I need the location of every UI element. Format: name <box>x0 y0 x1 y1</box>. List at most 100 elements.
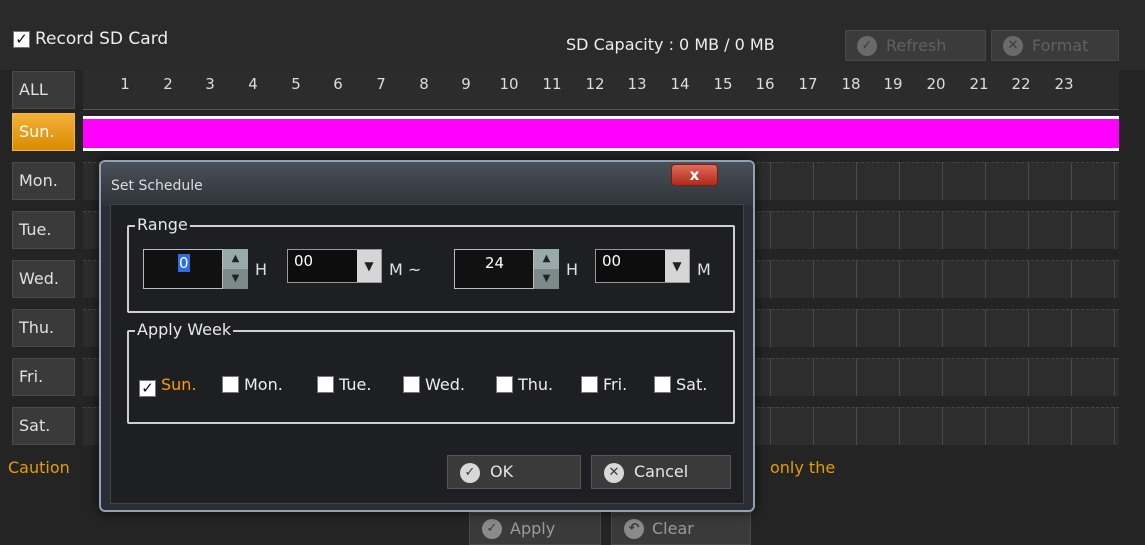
record-sd-checkbox[interactable]: ✓ <box>13 31 30 48</box>
refresh-button[interactable]: ✓ Refresh <box>845 30 986 61</box>
arrow-up-icon[interactable]: ▲ <box>534 249 559 269</box>
format-label: Format <box>1032 36 1089 55</box>
hour-label: 16 <box>755 75 775 93</box>
weekday-sun[interactable]: ✓ Sun. <box>139 375 197 397</box>
close-icon: ✕ <box>604 463 624 483</box>
refresh-label: Refresh <box>886 36 947 55</box>
weekday-fri[interactable]: Fri. <box>581 375 627 394</box>
caution-text: Caution <box>8 458 70 477</box>
wed-checkbox[interactable] <box>403 376 420 393</box>
arrow-down-icon[interactable]: ▼ <box>534 269 559 289</box>
weekday-label: Mon. <box>244 375 283 394</box>
arrow-up-icon[interactable]: ▲ <box>223 249 248 269</box>
hour-label: 4 <box>248 75 258 93</box>
end-minute-select[interactable]: 00 ▼ <box>595 249 690 283</box>
sun-schedule-row[interactable] <box>83 116 1119 151</box>
day-button-fri[interactable]: Fri. <box>12 358 75 396</box>
end-hour-value: 24 <box>485 254 505 272</box>
check-icon: ✓ <box>482 519 502 539</box>
hour-label: 1 <box>120 75 130 93</box>
ok-button[interactable]: ✓ OK <box>447 455 581 489</box>
fri-checkbox[interactable] <box>581 376 598 393</box>
day-button-sun[interactable]: Sun. <box>12 113 75 151</box>
weekday-thu[interactable]: Thu. <box>496 375 553 394</box>
weekday-label: Thu. <box>518 375 554 394</box>
day-button-wed[interactable]: Wed. <box>12 260 75 298</box>
end-minute-value: 00 <box>602 252 622 270</box>
end-hour-input[interactable]: 24 <box>454 249 534 289</box>
chevron-down-icon[interactable]: ▼ <box>665 250 689 282</box>
format-button[interactable]: ✕ Format <box>991 30 1119 61</box>
end-hour-unit: H <box>566 260 579 279</box>
hour-label: 18 <box>841 75 861 93</box>
dialog-title: Set Schedule <box>111 178 203 194</box>
hour-label: 10 <box>499 75 519 93</box>
thu-checkbox[interactable] <box>496 376 513 393</box>
toolbar: ✓ Record SD Card SD Capacity : 0 MB / 0 … <box>0 0 1145 70</box>
start-minute-unit: M ~ <box>389 260 422 279</box>
hour-header: 1 2 3 4 5 6 7 8 9 10 11 12 13 14 15 16 1… <box>83 70 1119 110</box>
day-button-tue[interactable]: Tue. <box>12 211 75 249</box>
range-legend: Range <box>135 215 190 234</box>
check-icon: ✓ <box>857 36 877 56</box>
day-button-sat[interactable]: Sat. <box>12 407 75 445</box>
weekday-tue[interactable]: Tue. <box>317 375 371 394</box>
close-icon: ✕ <box>1003 36 1023 56</box>
hour-label: 7 <box>376 75 386 93</box>
dialog-body: Range 0 ▲ ▼ H 00 ▼ M ~ 24 ▲ ▼ H 00 ▼ M A… <box>110 204 744 504</box>
weekday-mon[interactable]: Mon. <box>222 375 283 394</box>
sd-capacity-text: SD Capacity : 0 MB / 0 MB <box>566 35 775 54</box>
ok-label: OK <box>490 462 514 481</box>
arrow-down-icon[interactable]: ▼ <box>223 269 248 289</box>
record-sd-label: Record SD Card <box>35 29 169 49</box>
check-icon: ✓ <box>460 463 480 483</box>
dialog-title-bar[interactable]: Set Schedule x <box>101 162 753 206</box>
hour-label: 19 <box>883 75 903 93</box>
day-button-mon[interactable]: Mon. <box>12 162 75 200</box>
hour-label: 17 <box>798 75 818 93</box>
clear-label: Clear <box>652 519 694 538</box>
weekday-wed[interactable]: Wed. <box>403 375 465 394</box>
hour-label: 22 <box>1011 75 1031 93</box>
day-button-thu[interactable]: Thu. <box>12 309 75 347</box>
hour-label: 2 <box>163 75 173 93</box>
hour-label: 5 <box>291 75 301 93</box>
sun-checkbox[interactable]: ✓ <box>139 380 156 397</box>
schedule-fill <box>83 119 1119 148</box>
weekday-label: Fri. <box>603 375 628 394</box>
cancel-button[interactable]: ✕ Cancel <box>591 455 731 489</box>
start-hour-stepper[interactable]: ▲ ▼ <box>223 249 248 289</box>
hour-label: 20 <box>926 75 946 93</box>
hour-label: 21 <box>969 75 989 93</box>
all-button[interactable]: ALL <box>12 71 75 109</box>
start-hour-input[interactable]: 0 <box>143 249 223 289</box>
weekday-label: Tue. <box>339 375 372 394</box>
hour-label: 9 <box>461 75 471 93</box>
tue-checkbox[interactable] <box>317 376 334 393</box>
apply-button[interactable]: ✓ Apply <box>469 512 601 545</box>
start-hour-unit: H <box>255 260 268 279</box>
start-hour-value: 0 <box>178 254 190 272</box>
range-group: Range 0 ▲ ▼ H 00 ▼ M ~ 24 ▲ ▼ H 00 ▼ M <box>127 215 735 313</box>
weekday-label: Wed. <box>425 375 465 394</box>
caution-text-tail: only the <box>770 458 836 477</box>
hour-label: 23 <box>1054 75 1074 93</box>
weekday-sat[interactable]: Sat. <box>654 375 707 394</box>
start-minute-select[interactable]: 00 ▼ <box>287 249 382 283</box>
hour-label: 3 <box>205 75 215 93</box>
sat-checkbox[interactable] <box>654 376 671 393</box>
weekday-label: Sun. <box>161 375 197 394</box>
hour-label: 14 <box>670 75 690 93</box>
hour-label: 13 <box>627 75 647 93</box>
mon-checkbox[interactable] <box>222 376 239 393</box>
start-minute-value: 00 <box>294 252 314 270</box>
close-button[interactable]: x <box>671 164 718 186</box>
hour-label: 6 <box>333 75 343 93</box>
clear-button[interactable]: ↶ Clear <box>611 512 751 545</box>
hour-label: 12 <box>585 75 605 93</box>
hour-label: 15 <box>713 75 733 93</box>
apply-week-legend: Apply Week <box>135 320 234 339</box>
chevron-down-icon[interactable]: ▼ <box>357 250 381 282</box>
end-hour-stepper[interactable]: ▲ ▼ <box>534 249 559 289</box>
weekday-label: Sat. <box>676 375 708 394</box>
